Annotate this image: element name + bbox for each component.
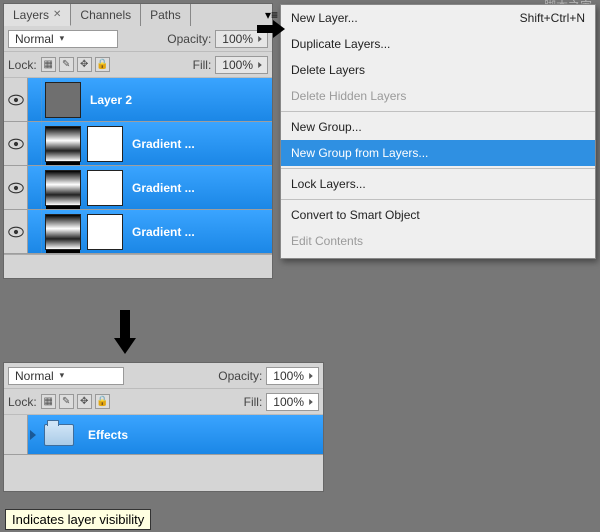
blend-mode-select[interactable]: Normal▾ <box>8 367 124 385</box>
menu-delete-hidden: Delete Hidden Layers <box>281 83 595 109</box>
expand-icon[interactable] <box>30 430 36 440</box>
result-panel: Normal▾ Opacity: 100% Lock: ▦ ✎ ✥ 🔒 Fill… <box>3 362 324 492</box>
opacity-label: Opacity: <box>218 369 262 383</box>
layer-thumb <box>45 126 81 162</box>
arrow-right-icon <box>257 20 285 38</box>
lock-transparency-icon[interactable]: ▦ <box>41 394 56 409</box>
layer-mask <box>87 126 123 162</box>
layer-name: Gradient ... <box>132 181 195 195</box>
layer-name: Gradient ... <box>132 225 195 239</box>
lock-transparency-icon[interactable]: ▦ <box>41 57 56 72</box>
blend-mode-select[interactable]: Normal▾ <box>8 30 118 48</box>
lock-row: Lock: ▦ ✎ ✥ 🔒 Fill: 100% <box>4 52 272 78</box>
layer-thumb <box>45 214 81 250</box>
lock-row: Lock: ▦ ✎ ✥ 🔒 Fill: 100% <box>4 389 323 415</box>
lock-pixels-icon[interactable]: ✎ <box>59 57 74 72</box>
tab-channels[interactable]: Channels <box>71 4 141 26</box>
visibility-toggle[interactable] <box>4 210 28 253</box>
visibility-toggle[interactable] <box>4 415 28 454</box>
layers-panel: Layers ✕ Channels Paths ▾≡ Normal▾ Opaci… <box>3 3 273 279</box>
lock-all-icon[interactable]: 🔒 <box>95 394 110 409</box>
lock-icons: ▦ ✎ ✥ 🔒 <box>41 394 110 409</box>
layer-name: Layer 2 <box>90 93 132 107</box>
opacity-field[interactable]: 100% <box>266 367 319 385</box>
menu-lock-layers[interactable]: Lock Layers... <box>281 171 595 197</box>
lock-label: Lock: <box>8 395 37 409</box>
layer-name: Gradient ... <box>132 137 195 151</box>
fill-field[interactable]: 100% <box>215 56 268 74</box>
tab-paths[interactable]: Paths <box>141 4 191 26</box>
blend-row: Normal▾ Opacity: 100% <box>4 363 323 389</box>
layer-thumb <box>45 82 81 118</box>
layer-mask <box>87 170 123 206</box>
fill-label: Fill: <box>244 395 263 409</box>
lock-all-icon[interactable]: 🔒 <box>95 57 110 72</box>
lock-icons: ▦ ✎ ✥ 🔒 <box>41 57 110 72</box>
layer-thumb <box>45 170 81 206</box>
layer-mask <box>87 214 123 250</box>
folder-icon <box>44 424 74 446</box>
group-row[interactable]: Effects <box>4 415 323 455</box>
layer-row[interactable]: Gradient ... <box>4 166 272 210</box>
lock-label: Lock: <box>8 58 37 72</box>
menu-new-group[interactable]: New Group... <box>281 114 595 140</box>
shortcut: Shift+Ctrl+N <box>520 11 585 25</box>
opacity-label: Opacity: <box>167 32 211 46</box>
lock-position-icon[interactable]: ✥ <box>77 394 92 409</box>
visibility-toggle[interactable] <box>4 166 28 209</box>
arrow-down-icon <box>114 310 136 354</box>
visibility-tooltip: Indicates layer visibility <box>5 509 151 530</box>
layer-row[interactable]: Gradient ... <box>4 210 272 254</box>
layer-context-menu: New Layer... Shift+Ctrl+N Duplicate Laye… <box>280 4 596 259</box>
panel-tab-bar: Layers ✕ Channels Paths ▾≡ <box>4 4 272 26</box>
lock-pixels-icon[interactable]: ✎ <box>59 394 74 409</box>
visibility-toggle[interactable] <box>4 122 28 165</box>
menu-duplicate[interactable]: Duplicate Layers... <box>281 31 595 57</box>
close-icon[interactable]: ✕ <box>53 9 61 20</box>
blend-row: Normal▾ Opacity: 100% <box>4 26 272 52</box>
menu-edit-contents: Edit Contents <box>281 228 595 254</box>
menu-new-layer[interactable]: New Layer... Shift+Ctrl+N <box>281 5 595 31</box>
layer-row[interactable]: Layer 2 <box>4 78 272 122</box>
menu-delete[interactable]: Delete Layers <box>281 57 595 83</box>
fill-field[interactable]: 100% <box>266 393 319 411</box>
lock-position-icon[interactable]: ✥ <box>77 57 92 72</box>
layer-row[interactable]: Gradient ... <box>4 122 272 166</box>
tab-layers[interactable]: Layers ✕ <box>4 4 71 26</box>
visibility-toggle[interactable] <box>4 78 28 121</box>
menu-smart-object[interactable]: Convert to Smart Object <box>281 202 595 228</box>
menu-new-group-from-layers[interactable]: New Group from Layers... <box>281 140 595 166</box>
group-name: Effects <box>88 428 128 442</box>
fill-label: Fill: <box>193 58 212 72</box>
layers-list: Layer 2 Gradient ... Gradient ... Gradie… <box>4 78 272 278</box>
tab-label: Layers <box>13 8 49 22</box>
